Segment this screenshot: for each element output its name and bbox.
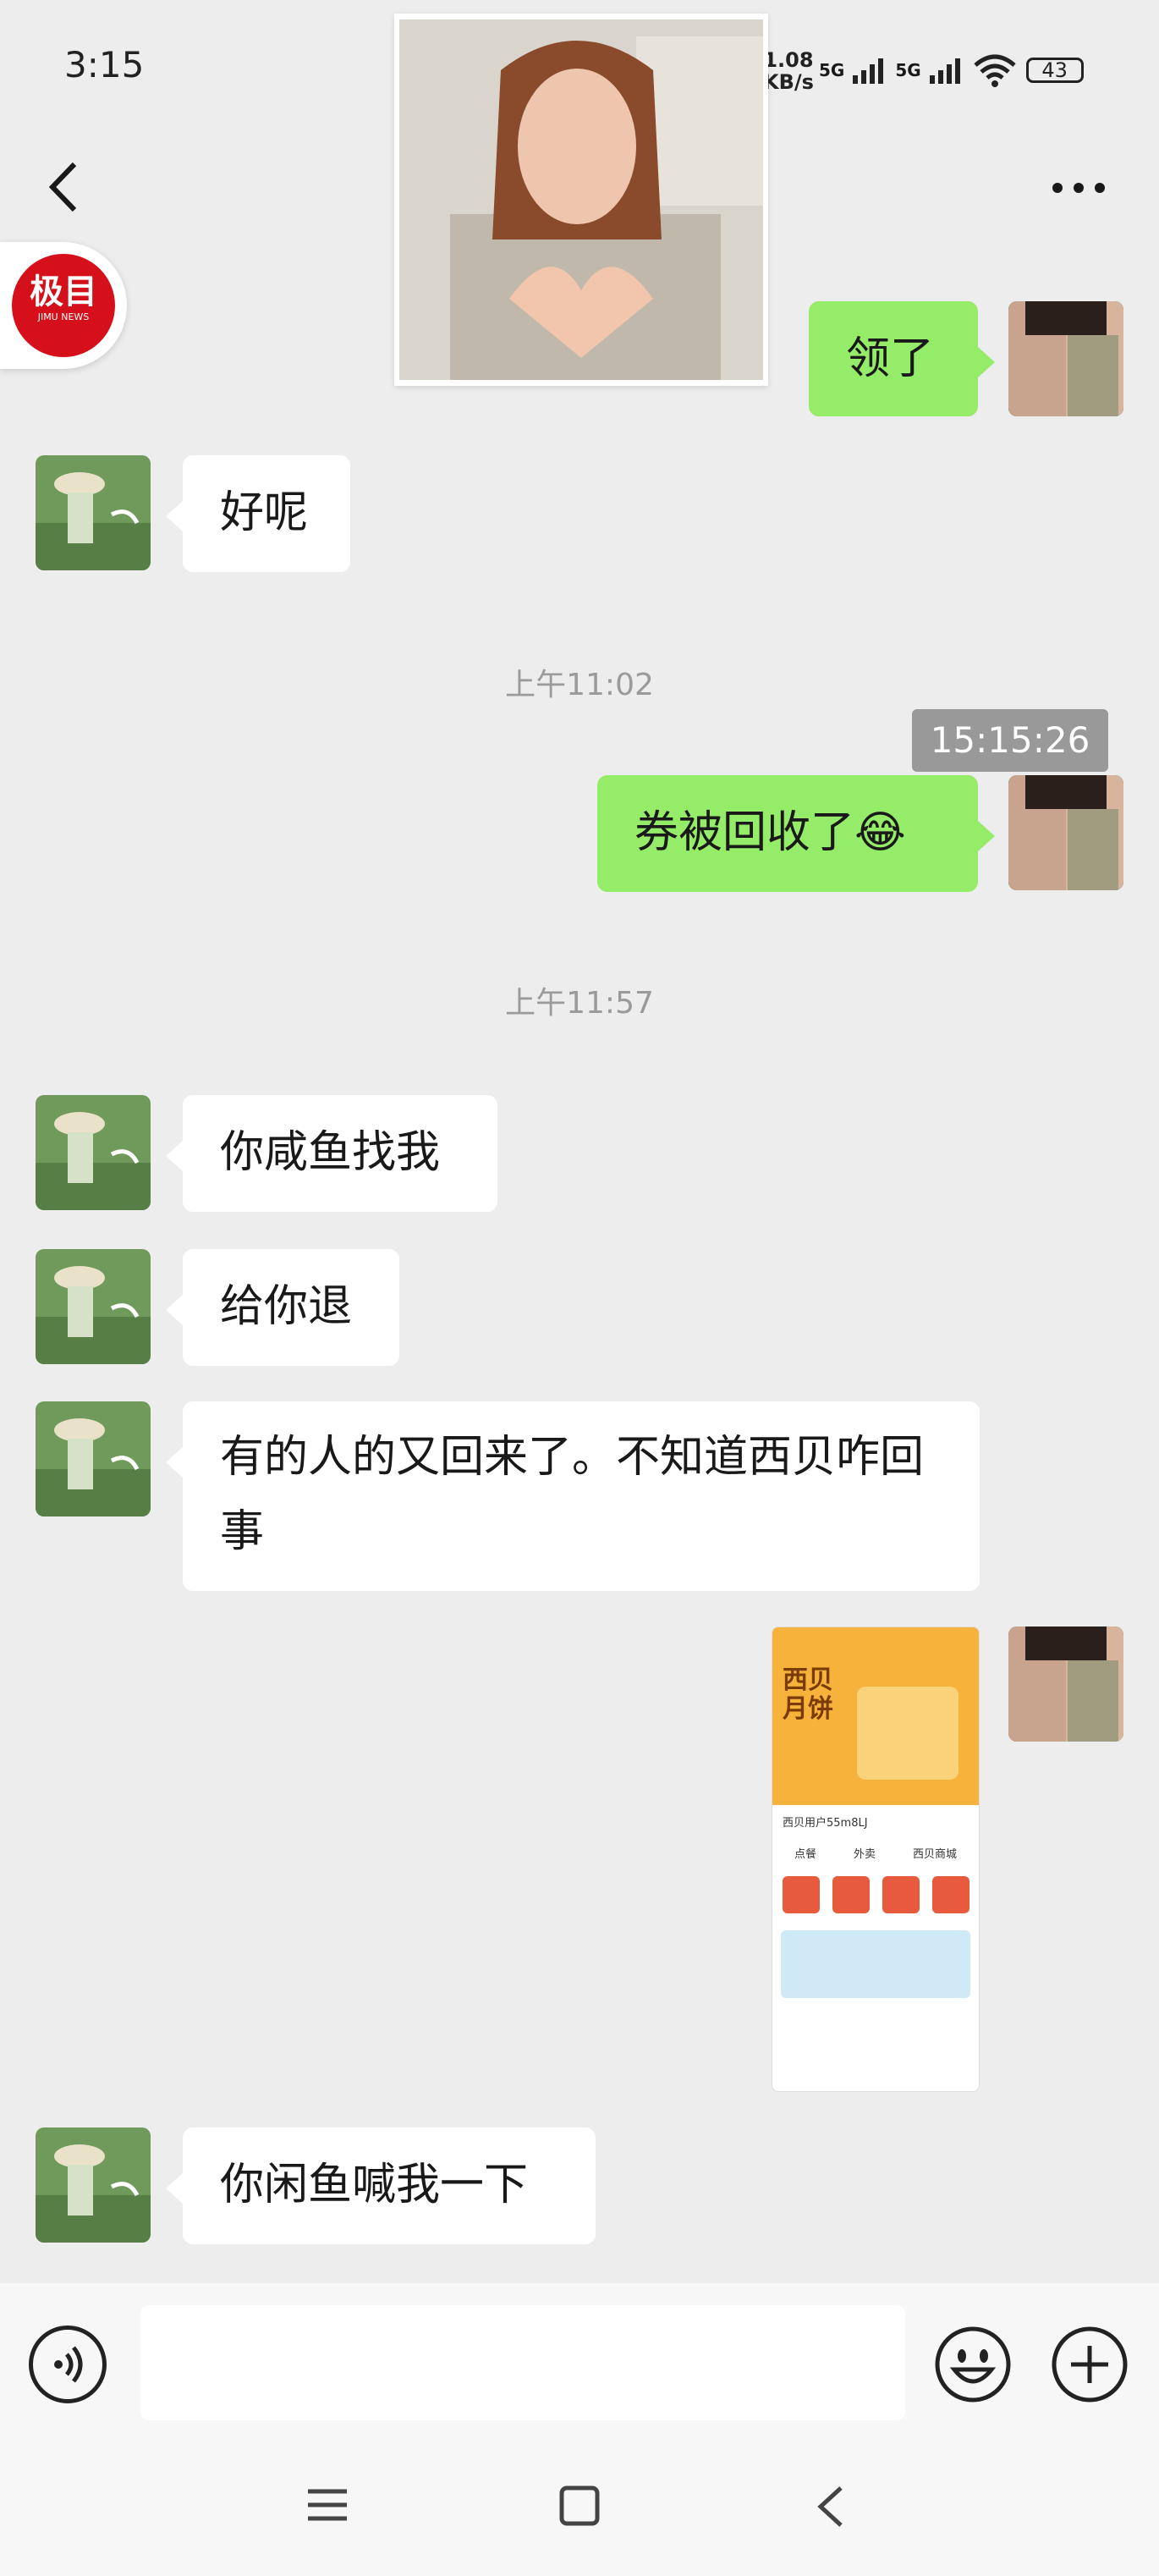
menu-icon [308, 2489, 347, 2521]
screenshot-banner: 西贝月饼 [772, 1627, 979, 1805]
message-text: 领了 [846, 333, 935, 384]
screenshot-tile [931, 1876, 969, 1913]
message-bubble-sent[interactable]: 券被回收了😂 [597, 775, 978, 892]
status-time: 3:15 [64, 44, 145, 85]
message-text: 你咸鱼找我 [220, 1127, 441, 1178]
status-icons: 5G 5G 43 [819, 51, 1084, 90]
sticker-image[interactable] [394, 14, 768, 386]
mooncake-box [857, 1687, 959, 1780]
screenshot-tile [882, 1876, 920, 1913]
my-avatar-image [1008, 301, 1123, 416]
net-speed-value: 1.08 [763, 48, 814, 72]
recents-button[interactable] [305, 2485, 350, 2525]
contact-avatar-image [36, 1249, 151, 1364]
message-bubble-received[interactable]: 给你退 [183, 1249, 399, 1366]
nav-back-icon [817, 2486, 843, 2527]
back-button[interactable] [44, 157, 81, 217]
news-subtitle: JIMU NEWS [37, 311, 90, 322]
more-options-button[interactable] [1049, 169, 1108, 203]
screenshot-user: 西贝用户55m8LJ [783, 1817, 868, 1830]
contact-avatar-image [36, 1401, 151, 1516]
timestamp-divider: 上午11:57 [505, 986, 654, 1021]
bubble-tail [978, 347, 995, 377]
laughing-emoji-icon: 😂 [854, 807, 906, 858]
battery-level: 43 [1041, 58, 1068, 82]
my-avatar-image [1008, 1627, 1123, 1742]
emoji-button[interactable] [934, 2326, 1012, 2403]
home-button[interactable] [558, 2485, 601, 2527]
sim1-label: 5G [819, 60, 845, 80]
contact-avatar-image [36, 2127, 151, 2243]
contact-avatar[interactable] [36, 455, 151, 570]
contact-avatar[interactable] [36, 1249, 151, 1364]
plus-circle-icon [1052, 2326, 1128, 2403]
news-logo: 极目 JIMU NEWS [12, 254, 115, 357]
screenshot-tile [782, 1876, 820, 1913]
message-text: 你闲鱼喊我一下 [220, 2160, 529, 2210]
message-text: 有的人的又回来了。不知道西贝咋回事 [220, 1432, 925, 1557]
voice-icon [54, 2346, 83, 2383]
bubble-tail [166, 2173, 183, 2204]
time-tooltip: 15:15:26 [912, 709, 1108, 772]
contact-avatar[interactable] [36, 1095, 151, 1210]
my-avatar[interactable] [1008, 1627, 1123, 1742]
message-text: 给你退 [220, 1281, 353, 1332]
bubble-tail [166, 1295, 183, 1325]
bubble-tail [166, 1447, 183, 1478]
banner-title: 西贝月饼 [783, 1665, 833, 1724]
contact-avatar-image [36, 455, 151, 570]
shared-screenshot-image[interactable]: 西贝月饼 西贝用户55m8LJ 点餐 外卖 西贝商城 [772, 1627, 980, 2092]
screenshot-item: 西贝商城 [912, 1848, 957, 1861]
timestamp-divider: 上午11:02 [505, 668, 654, 702]
contact-avatar-image [36, 1095, 151, 1210]
message-text: 好呢 [220, 487, 309, 538]
signal-icon [929, 58, 960, 84]
nav-back-button[interactable] [814, 2483, 848, 2530]
contact-avatar[interactable] [36, 1401, 151, 1516]
message-input[interactable] [140, 2305, 905, 2420]
more-dots-icon [1052, 183, 1105, 193]
my-avatar-image [1008, 775, 1123, 890]
news-badge[interactable]: 极目 JIMU NEWS [0, 242, 127, 369]
screenshot-item: 外卖 [853, 1848, 876, 1861]
screenshot-item: 点餐 [794, 1848, 816, 1861]
back-arrow-icon [48, 162, 77, 212]
battery-icon: 43 [1025, 58, 1084, 83]
screenshot-tile [832, 1876, 870, 1913]
more-functions-button[interactable] [1051, 2326, 1129, 2403]
message-bubble-received[interactable]: 你闲鱼喊我一下 [183, 2127, 596, 2244]
message-bubble-received[interactable]: 你咸鱼找我 [183, 1095, 497, 1212]
message-bubble-sent[interactable]: 领了 [809, 301, 978, 416]
my-avatar[interactable] [1008, 301, 1123, 416]
signal-icon [853, 58, 884, 84]
wifi-icon [974, 54, 1016, 87]
bubble-tail [166, 1141, 183, 1171]
emoji-icon [935, 2326, 1011, 2403]
bubble-tail [166, 501, 183, 531]
network-speed: 1.08 KB/s [763, 49, 814, 93]
net-speed-unit: KB/s [763, 70, 814, 94]
news-title: 极目 [30, 272, 97, 311]
message-bubble-received[interactable]: 好呢 [183, 455, 350, 572]
sticker-photo [399, 19, 763, 380]
sim2-label: 5G [895, 60, 921, 80]
my-avatar[interactable] [1008, 775, 1123, 890]
bubble-tail [978, 821, 995, 851]
message-text: 券被回收了 [634, 807, 855, 858]
screenshot-promo [781, 1930, 970, 1998]
message-bubble-received[interactable]: 有的人的又回来了。不知道西贝咋回事 [183, 1401, 980, 1591]
home-square-icon [559, 2485, 600, 2526]
voice-button[interactable] [29, 2326, 107, 2403]
contact-avatar[interactable] [36, 2127, 151, 2243]
